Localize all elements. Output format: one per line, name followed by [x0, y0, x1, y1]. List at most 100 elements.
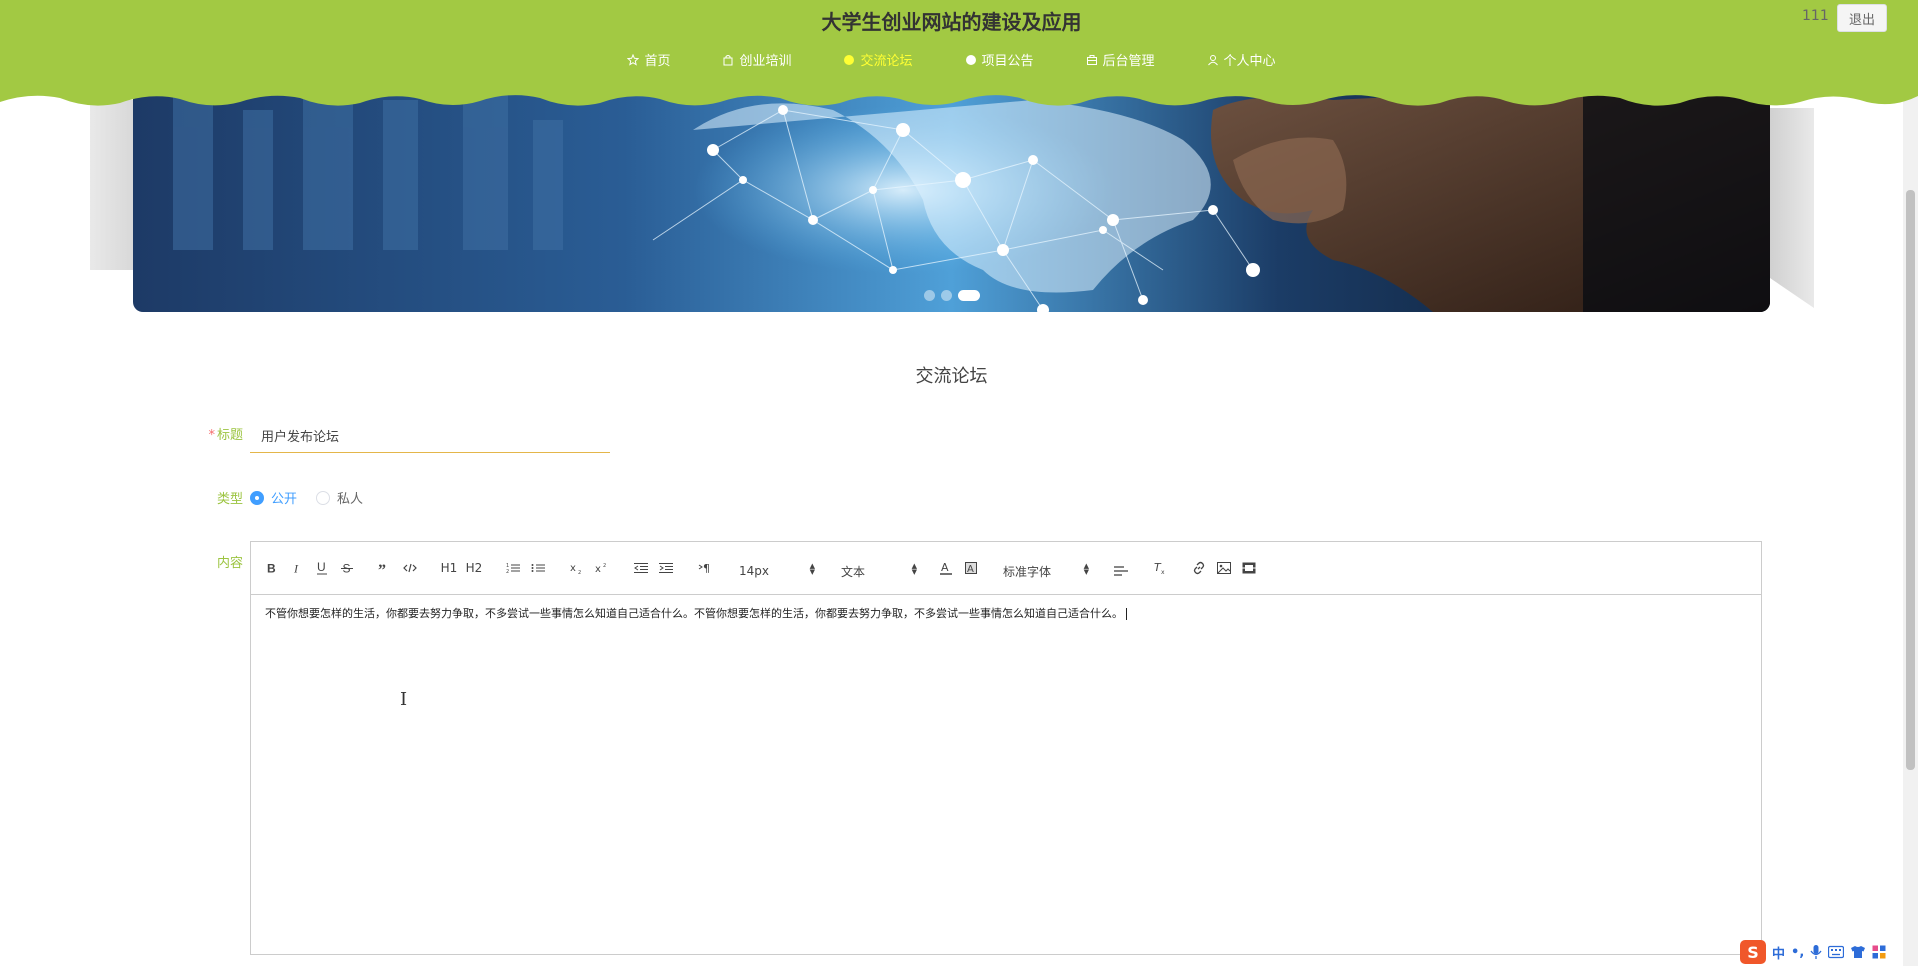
site-header: 大学生创业网站的建设及应用 首页 创业培训 交流论坛 项目公告 后台管理 个人中…: [0, 0, 1918, 108]
svg-text:¶: ¶: [703, 562, 710, 574]
indent-icon: [659, 563, 673, 573]
h2-icon: H2: [465, 561, 483, 575]
nav-item-training[interactable]: 创业培训: [722, 50, 791, 69]
bag-icon: [722, 54, 734, 66]
h1-icon: H1: [440, 561, 458, 575]
svg-text:x: x: [1161, 569, 1165, 575]
text-direction-button[interactable]: ¶: [697, 559, 713, 577]
svg-text:A: A: [967, 564, 974, 574]
carousel-dot[interactable]: [923, 290, 935, 301]
nav-item-home[interactable]: 首页: [627, 50, 670, 69]
title-input[interactable]: [250, 419, 610, 453]
site-title: 大学生创业网站的建设及应用: [821, 10, 1082, 34]
blockquote-button[interactable]: ”: [377, 559, 391, 577]
carousel-dot[interactable]: [940, 290, 952, 301]
carousel-next-slide-edge[interactable]: [1770, 108, 1814, 308]
radio-private[interactable]: 私人: [316, 488, 363, 507]
user-name: 111: [1802, 8, 1829, 24]
main-nav: 首页 创业培训 交流论坛 项目公告 后台管理 个人中心: [0, 50, 1903, 69]
nav-label: 首页: [644, 54, 671, 69]
carousel-dot-active[interactable]: [957, 290, 980, 301]
code-block-button[interactable]: [402, 559, 418, 577]
image-button[interactable]: [1216, 559, 1232, 577]
carousel-indicators: [133, 290, 1770, 301]
radio-circle: [316, 490, 331, 505]
outdent-button[interactable]: [633, 559, 649, 577]
video-icon: [1242, 562, 1256, 574]
code-icon: [403, 563, 417, 573]
skin-shirt-icon[interactable]: [1850, 945, 1866, 959]
radio-circle: [250, 490, 264, 505]
scrollbar-thumb[interactable]: [1906, 190, 1915, 770]
subscript-icon: x2: [570, 563, 581, 574]
svg-text:x: x: [595, 564, 601, 574]
nav-item-announcement[interactable]: 项目公告: [965, 50, 1034, 69]
bullet-list-button[interactable]: [530, 559, 546, 577]
clear-format-icon: Tx: [1154, 561, 1165, 575]
editor-toolbar: B I U S ” H1 H2 12 x2 x 2 ¶ 14px ▲ ▼ 文本 …: [251, 542, 1761, 595]
font-size-select[interactable]: 14px ▲ ▼: [739, 561, 815, 581]
nav-item-admin[interactable]: 后台管理: [1086, 50, 1155, 69]
logout-button[interactable]: 退出: [1837, 4, 1887, 32]
strikethrough-icon: S: [341, 562, 353, 574]
superscript-button[interactable]: x2: [594, 559, 610, 577]
text-color-icon: A: [940, 561, 952, 575]
font-family-value: 标准字体: [1003, 564, 1052, 579]
clear-format-button[interactable]: Tx: [1152, 559, 1168, 577]
nav-item-forum[interactable]: 交流论坛: [843, 50, 913, 69]
keyboard-icon[interactable]: [1828, 945, 1845, 959]
title-label: * 标题: [183, 424, 243, 443]
nav-item-profile[interactable]: 个人中心: [1207, 50, 1276, 69]
underline-button[interactable]: U: [315, 559, 329, 577]
star-icon: [627, 53, 640, 66]
italic-icon: I: [293, 562, 299, 574]
ime-punctuation-icon[interactable]: •,: [1791, 945, 1804, 960]
header-select-value: 文本: [841, 564, 866, 579]
superscript-icon: x2: [595, 563, 606, 574]
apps-grid-icon[interactable]: [1872, 945, 1886, 959]
align-left-icon: [1114, 566, 1128, 576]
svg-text:2: 2: [603, 563, 606, 569]
page-title: 交流论坛: [915, 366, 988, 387]
font-family-select[interactable]: 标准字体 ▲ ▼: [1003, 561, 1089, 581]
select-arrows-icon: ▲ ▼: [911, 562, 917, 576]
editor-text: 不管你想要怎样的生活，你都要去努力争取，不多尝试一些事情怎么知道自己适合什么。不…: [265, 607, 1123, 620]
header-select[interactable]: 文本 ▲ ▼: [841, 561, 917, 581]
carousel-prev-slide-edge[interactable]: [90, 100, 134, 270]
text-color-button[interactable]: A: [939, 559, 953, 577]
italic-button[interactable]: I: [290, 559, 304, 577]
background-color-button[interactable]: A: [964, 559, 978, 577]
indent-button[interactable]: [658, 559, 674, 577]
text-direction-icon: ¶: [698, 562, 710, 574]
svg-text:2: 2: [578, 570, 581, 574]
nav-label: 个人中心: [1223, 54, 1276, 69]
strike-button[interactable]: S: [340, 559, 354, 577]
ordered-list-button[interactable]: 12: [505, 559, 521, 577]
link-button[interactable]: [1191, 559, 1207, 577]
mouse-text-cursor: I: [400, 689, 408, 710]
link-icon: [1193, 561, 1205, 575]
bullet-list-icon: [531, 564, 545, 572]
bold-button[interactable]: B: [265, 559, 279, 577]
type-radio-group: 公开 私人: [250, 488, 382, 507]
briefcase-icon: [1086, 54, 1098, 66]
svg-text:B: B: [267, 562, 276, 574]
ime-mode[interactable]: 中: [1772, 943, 1785, 962]
radio-public[interactable]: 公开: [250, 488, 297, 507]
radio-label: 私人: [337, 492, 364, 507]
editor-content-area[interactable]: 不管你想要怎样的生活，你都要去努力争取，不多尝试一些事情怎么知道自己适合什么。不…: [251, 595, 1761, 631]
quote-icon: ”: [378, 562, 386, 574]
ime-logo-icon[interactable]: S: [1740, 940, 1766, 964]
rich-text-editor: B I U S ” H1 H2 12 x2 x 2 ¶ 14px ▲ ▼ 文本 …: [250, 541, 1762, 955]
video-button[interactable]: [1241, 559, 1257, 577]
select-arrows-icon: ▲ ▼: [1083, 562, 1089, 576]
header2-button[interactable]: H2: [465, 559, 483, 577]
svg-text:A: A: [941, 561, 949, 574]
header1-button[interactable]: H1: [440, 559, 458, 577]
radio-label: 公开: [271, 492, 298, 507]
align-button[interactable]: [1113, 562, 1129, 580]
svg-text:”: ”: [378, 562, 386, 574]
microphone-icon[interactable]: [1810, 944, 1822, 960]
subscript-button[interactable]: x2: [569, 559, 585, 577]
svg-text:U: U: [317, 561, 326, 574]
